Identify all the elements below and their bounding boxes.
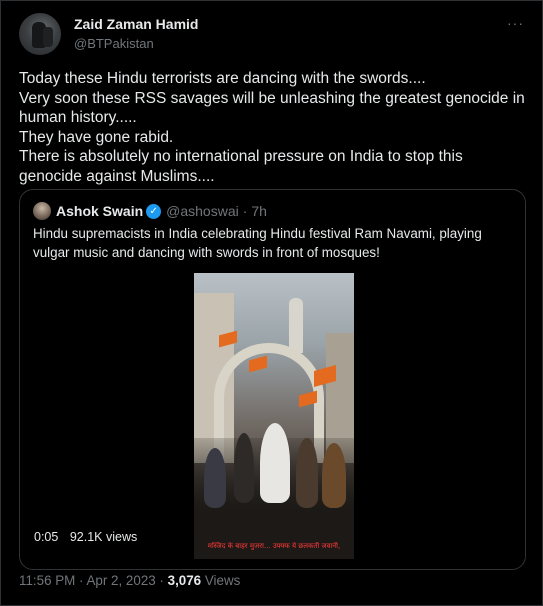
quoted-tweet-text: Hindu supremacists in India celebrating … <box>33 226 482 260</box>
quoted-author-avatar[interactable] <box>33 202 51 220</box>
tweet-text-line: genocide against Muslims.... <box>19 167 215 185</box>
video-caption: मस्जिद के बाहर मुजरा... उफ्फ्फ ये छलकती … <box>207 542 341 550</box>
video-stats: 0:05 92.1K views <box>34 530 137 544</box>
tweet-card: Zaid Zaman Hamid @BTPakistan ··· Today t… <box>0 0 543 606</box>
more-dots-icon[interactable]: ··· <box>507 15 524 31</box>
video-views: 92.1K views <box>69 530 138 544</box>
author-name[interactable]: Zaid Zaman Hamid <box>74 16 198 32</box>
author-avatar[interactable] <box>19 13 61 55</box>
tweet-text: Today these Hindu terrorists are dancing… <box>19 69 529 187</box>
tweet-text-line: Today these Hindu terrorists are dancing… <box>19 70 426 87</box>
video-minaret <box>289 298 303 353</box>
author-handle[interactable]: @BTPakistan <box>74 36 154 51</box>
video-person <box>296 438 318 508</box>
tweet-text-line: Very soon these RSS savages will be unle… <box>19 89 525 107</box>
video-player[interactable]: मस्जिद के बाहर मुजरा... उफ्फ्फ ये छलकती … <box>20 273 525 559</box>
quoted-author-name[interactable]: Ashok Swain <box>56 203 143 219</box>
video-frame[interactable]: मस्जिद के बाहर मुजरा... उफ्फ्फ ये छलकती … <box>194 273 354 559</box>
video-person <box>260 423 290 503</box>
quoted-tweet[interactable]: Ashok Swain ✓ @ashoswai · 7h Hindu supre… <box>19 189 526 570</box>
video-person <box>322 443 346 508</box>
tweet-text-line: human history..... <box>19 109 137 127</box>
verified-badge-icon: ✓ <box>146 203 162 219</box>
video-person <box>234 433 254 503</box>
quoted-tweet-time[interactable]: 7h <box>251 203 267 219</box>
video-person <box>204 448 226 508</box>
video-duration: 0:05 <box>34 530 59 544</box>
tweet-text-line: There is absolutely no international pre… <box>19 148 463 166</box>
avatar-figure-2 <box>43 27 53 47</box>
views-count: 3,076 <box>167 573 202 588</box>
separator-dot: · <box>242 203 248 219</box>
tweet-metadata: 11:56 PM · Apr 2, 2023 · 3,076 Views <box>19 573 240 588</box>
tweet-timestamp[interactable]: 11:56 PM · Apr 2, 2023 · <box>19 573 168 588</box>
views-label: Views <box>201 573 241 588</box>
tweet-header: Zaid Zaman Hamid @BTPakistan ··· <box>19 13 528 57</box>
tweet-text-line: They have gone rabid. <box>19 128 174 146</box>
quoted-author-handle[interactable]: @ashoswai <box>166 203 239 219</box>
quoted-tweet-header: Ashok Swain ✓ @ashoswai · 7h <box>33 202 267 220</box>
